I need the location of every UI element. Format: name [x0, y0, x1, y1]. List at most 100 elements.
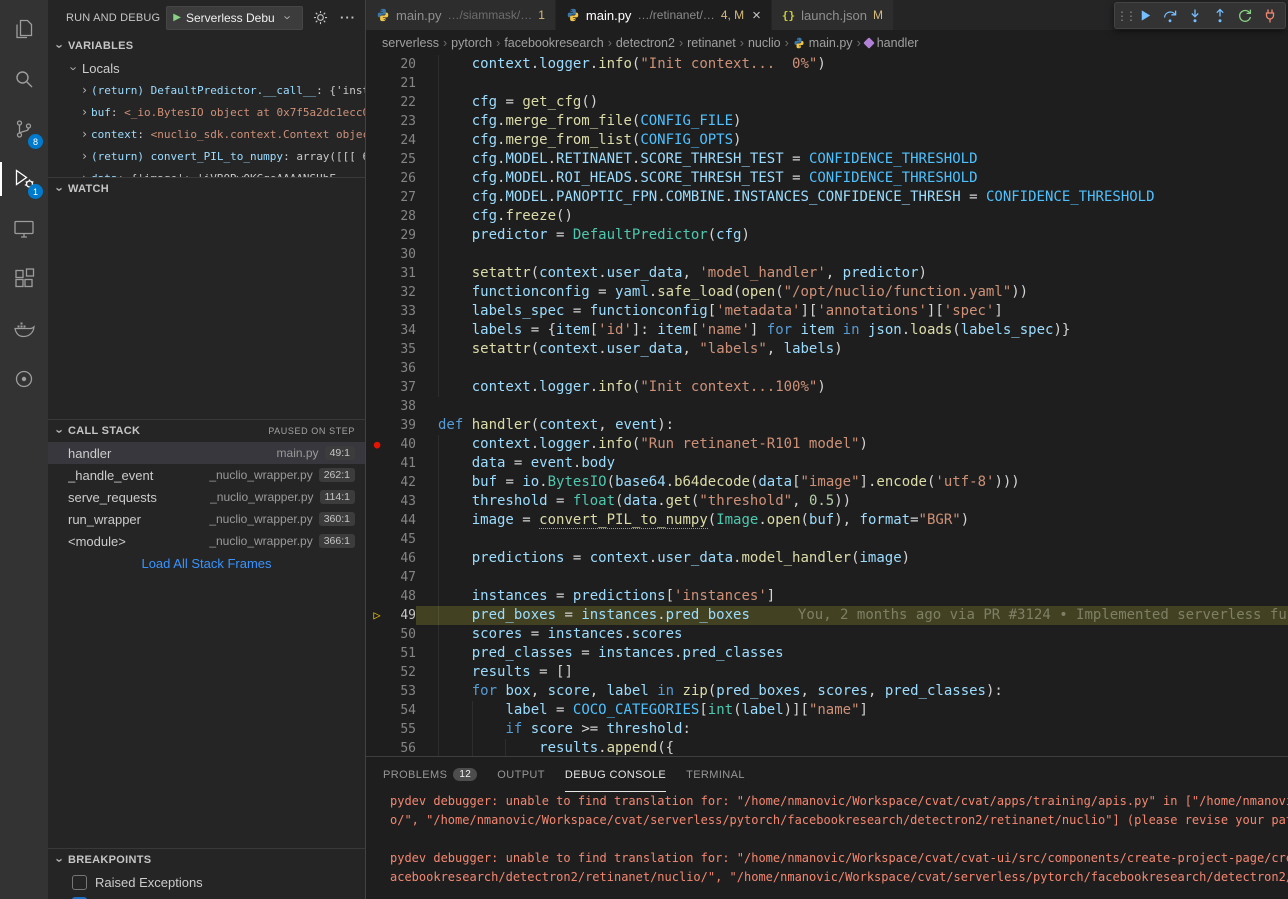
code-line-28[interactable]: 28 cfg.freeze() — [366, 207, 1288, 226]
line-content[interactable]: cfg.freeze() — [416, 207, 1288, 226]
line-content[interactable] — [416, 74, 1288, 93]
editor-tab-main.py-0[interactable]: main.py…/siammask/…1 — [366, 0, 556, 30]
line-content[interactable]: pred_boxes = instances.pred_boxesYou, 2 … — [416, 606, 1288, 625]
breadcrumb-item-pytorch[interactable]: pytorch — [451, 36, 492, 50]
code-line-52[interactable]: 52 results = [] — [366, 663, 1288, 682]
code-line-26[interactable]: 26 cfg.MODEL.ROI_HEADS.SCORE_THRESH_TEST… — [366, 169, 1288, 188]
breakpoint-icon[interactable]: ● — [366, 435, 388, 454]
watch-list[interactable] — [48, 200, 365, 419]
code-line-44[interactable]: 44 image = convert_PIL_to_numpy(Image.op… — [366, 511, 1288, 530]
code-line-50[interactable]: 50 scores = instances.scores — [366, 625, 1288, 644]
line-content[interactable]: cfg.merge_from_file(CONFIG_FILE) — [416, 112, 1288, 131]
current-line-arrow-icon[interactable]: ▷ — [366, 606, 388, 625]
breadcrumb-item-serverless[interactable]: serverless — [382, 36, 439, 50]
line-content[interactable]: pred_classes = instances.pred_classes — [416, 644, 1288, 663]
gutter-glyph-margin[interactable] — [366, 720, 388, 739]
code-line-32[interactable]: 32 functionconfig = yaml.safe_load(open(… — [366, 283, 1288, 302]
code-line-41[interactable]: 41 data = event.body — [366, 454, 1288, 473]
variable-row[interactable]: ›(return) convert_PIL_to_numpy: array([[… — [48, 145, 365, 167]
variable-row[interactable]: ›context: <nuclio_sdk.context.Context ob… — [48, 123, 365, 145]
code-line-30[interactable]: 30 — [366, 245, 1288, 264]
more-actions-icon[interactable]: ··· — [337, 7, 359, 29]
search-icon[interactable] — [0, 54, 48, 104]
line-content[interactable]: cfg.merge_from_list(CONFIG_OPTS) — [416, 131, 1288, 150]
gutter-glyph-margin[interactable] — [366, 150, 388, 169]
gutter-glyph-margin[interactable] — [366, 264, 388, 283]
gutter-glyph-margin[interactable] — [366, 511, 388, 530]
debug-console-output[interactable]: pydev debugger: unable to find translati… — [366, 792, 1288, 899]
code-line-51[interactable]: 51 pred_classes = instances.pred_classes — [366, 644, 1288, 663]
gutter-glyph-margin[interactable] — [366, 340, 388, 359]
code-line-35[interactable]: 35 setattr(context.user_data, "labels", … — [366, 340, 1288, 359]
code-line-46[interactable]: 46 predictions = context.user_data.model… — [366, 549, 1288, 568]
gutter-glyph-margin[interactable] — [366, 492, 388, 511]
gutter-glyph-margin[interactable] — [366, 682, 388, 701]
gutter-glyph-margin[interactable] — [366, 321, 388, 340]
step-over-button[interactable] — [1158, 4, 1182, 28]
line-content[interactable]: setattr(context.user_data, "labels", lab… — [416, 340, 1288, 359]
breakpoint-row[interactable]: Raised Exceptions — [48, 871, 365, 893]
code-line-53[interactable]: 53 for box, score, label in zip(pred_box… — [366, 682, 1288, 701]
line-content[interactable]: cfg.MODEL.RETINANET.SCORE_THRESH_TEST = … — [416, 150, 1288, 169]
stack-frame-_handle_event[interactable]: _handle_event_nuclio_wrapper.py262:1 — [48, 464, 365, 486]
line-content[interactable]: context.logger.info("Init context... 0%"… — [416, 55, 1288, 74]
code-line-38[interactable]: 38 — [366, 397, 1288, 416]
breadcrumb-item-detectron2[interactable]: detectron2 — [616, 36, 675, 50]
gutter-glyph-margin[interactable] — [366, 397, 388, 416]
line-content[interactable]: data = event.body — [416, 454, 1288, 473]
gutter-glyph-margin[interactable] — [366, 701, 388, 720]
code-line-22[interactable]: 22 cfg = get_cfg() — [366, 93, 1288, 112]
code-line-31[interactable]: 31 setattr(context.user_data, 'model_han… — [366, 264, 1288, 283]
gutter-glyph-margin[interactable] — [366, 226, 388, 245]
line-content[interactable]: instances = predictions['instances'] — [416, 587, 1288, 606]
gutter-glyph-margin[interactable] — [366, 359, 388, 378]
code-line-36[interactable]: 36 — [366, 359, 1288, 378]
panel-tab-problems[interactable]: PROBLEMS12 — [383, 757, 477, 792]
load-all-stack-frames-link[interactable]: Load All Stack Frames — [48, 552, 365, 574]
line-content[interactable] — [416, 245, 1288, 264]
editor-tab-main.py-1[interactable]: main.py…/retinanet/…4, M× — [556, 0, 772, 30]
code-line-45[interactable]: 45 — [366, 530, 1288, 549]
variables-section-header[interactable]: › VARIABLES — [48, 35, 365, 57]
code-line-48[interactable]: 48 instances = predictions['instances'] — [366, 587, 1288, 606]
gutter-glyph-margin[interactable] — [366, 568, 388, 587]
gutter-glyph-margin[interactable] — [366, 473, 388, 492]
code-line-33[interactable]: 33 labels_spec = functionconfig['metadat… — [366, 302, 1288, 321]
gutter-glyph-margin[interactable] — [366, 131, 388, 150]
line-content[interactable]: threshold = float(data.get("threshold", … — [416, 492, 1288, 511]
gutter-glyph-margin[interactable] — [366, 74, 388, 93]
continue-button[interactable] — [1133, 4, 1157, 28]
line-content[interactable] — [416, 359, 1288, 378]
remote-explorer-icon[interactable] — [0, 204, 48, 254]
breakpoint-row[interactable]: ✓Uncaught Exceptions — [48, 893, 365, 899]
code-line-39[interactable]: 39def handler(context, event): — [366, 416, 1288, 435]
line-content[interactable]: results = [] — [416, 663, 1288, 682]
settings-gear-icon[interactable] — [309, 7, 331, 29]
variable-row[interactable]: ›(return) DefaultPredictor.__call__: {'i… — [48, 79, 365, 101]
code-line-23[interactable]: 23 cfg.merge_from_file(CONFIG_FILE) — [366, 112, 1288, 131]
gutter-glyph-margin[interactable] — [366, 378, 388, 397]
gutter-glyph-margin[interactable] — [366, 302, 388, 321]
gutter-glyph-margin[interactable] — [366, 55, 388, 74]
ring-tool-icon[interactable] — [0, 354, 48, 404]
gutter-glyph-margin[interactable] — [366, 207, 388, 226]
gutter-glyph-margin[interactable] — [366, 283, 388, 302]
run-and-debug-icon[interactable]: 1 — [0, 154, 48, 204]
stack-frame-<module>[interactable]: <module>_nuclio_wrapper.py366:1 — [48, 530, 365, 552]
breakpoints-section-header[interactable]: › BREAKPOINTS — [48, 849, 365, 871]
step-into-button[interactable] — [1183, 4, 1207, 28]
gutter-glyph-margin[interactable] — [366, 549, 388, 568]
line-content[interactable]: for box, score, label in zip(pred_boxes,… — [416, 682, 1288, 701]
line-content[interactable]: label = COCO_CATEGORIES[int(label)]["nam… — [416, 701, 1288, 720]
gutter-glyph-margin[interactable] — [366, 188, 388, 207]
code-line-20[interactable]: 20 context.logger.info("Init context... … — [366, 55, 1288, 74]
gutter-glyph-margin[interactable] — [366, 739, 388, 756]
line-content[interactable]: cfg = get_cfg() — [416, 93, 1288, 112]
docker-icon[interactable] — [0, 304, 48, 354]
line-content[interactable] — [416, 568, 1288, 587]
code-line-42[interactable]: 42 buf = io.BytesIO(base64.b64decode(dat… — [366, 473, 1288, 492]
code-line-47[interactable]: 47 — [366, 568, 1288, 587]
line-content[interactable]: def handler(context, event): — [416, 416, 1288, 435]
breadcrumb-item-nuclio[interactable]: nuclio — [748, 36, 781, 50]
code-line-24[interactable]: 24 cfg.merge_from_list(CONFIG_OPTS) — [366, 131, 1288, 150]
